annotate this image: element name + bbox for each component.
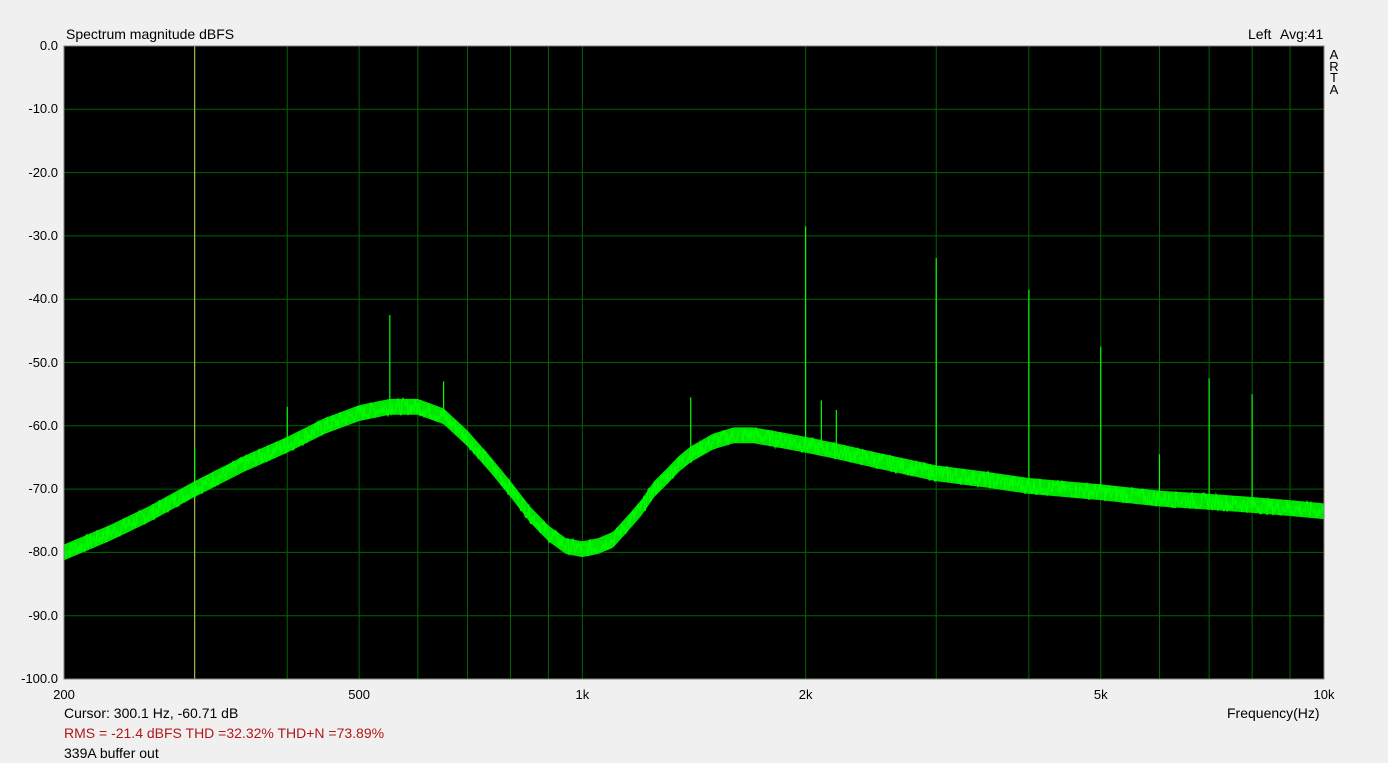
x-axis-label: Frequency(Hz) (1227, 705, 1320, 721)
channel-label: Left (1248, 26, 1272, 42)
average-count: Avg:41 (1280, 26, 1324, 42)
y-tick-label: -40.0 (28, 291, 58, 307)
spectrum-plot (63, 45, 1325, 680)
chart-title: Spectrum magnitude dBFS (66, 26, 235, 42)
x-tick-label: 1k (575, 687, 590, 702)
y-tick-label: -60.0 (28, 417, 58, 433)
x-tick-label: 2k (798, 687, 813, 702)
measurement-note: 339A buffer out (64, 745, 159, 761)
x-tick-label: 200 (53, 687, 75, 702)
x-tick-label: 5k (1093, 687, 1108, 702)
y-tick-label: 0.0 (39, 38, 58, 53)
y-tick-label: -50.0 (28, 354, 58, 370)
y-tick-label: -90.0 (28, 607, 58, 623)
y-tick-label: -30.0 (28, 227, 58, 243)
x-tick-label: 500 (348, 687, 370, 702)
y-tick-label: -80.0 (28, 544, 58, 560)
arta-letter: A (1329, 81, 1339, 97)
y-tick-label: -10.0 (28, 101, 58, 117)
y-tick-label: -100.0 (21, 671, 58, 686)
measurement-readout: RMS = -21.4 dBFS THD =32.32% THD+N =73.8… (64, 725, 385, 741)
cursor-readout: Cursor: 300.1 Hz, -60.71 dB (64, 705, 239, 721)
x-tick-label: 10k (1313, 687, 1335, 702)
y-tick-label: -20.0 (28, 164, 58, 180)
y-tick-label: -70.0 (28, 481, 58, 497)
